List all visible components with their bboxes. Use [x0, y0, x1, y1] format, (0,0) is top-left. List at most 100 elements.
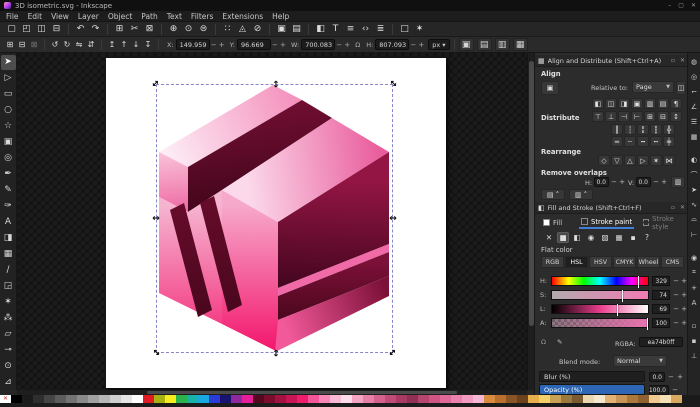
palette-swatch[interactable]	[363, 395, 374, 403]
colorspace-tab-wheel[interactable]: Wheel	[637, 256, 660, 268]
ellipse-tool[interactable]: ○	[1, 103, 16, 118]
lock-icon[interactable]: Ω	[541, 338, 546, 346]
slider-bar-s[interactable]	[551, 290, 649, 300]
colorspace-tab-rgb[interactable]: RGB	[541, 256, 564, 268]
paint-bucket-tool[interactable]: ◲	[1, 278, 16, 293]
rotate-cw-icon[interactable]: ↻	[61, 39, 73, 50]
palette-swatch[interactable]	[176, 395, 187, 403]
slider-minus-button[interactable]: −	[672, 318, 680, 328]
raise-to-top-icon[interactable]: ↥	[106, 39, 118, 50]
colorspace-tab-hsl[interactable]: HSL	[565, 256, 588, 268]
palette-swatch[interactable]	[33, 395, 44, 403]
fill-stroke-dialog-icon[interactable]: ◧	[313, 23, 328, 36]
align-vertical-button-2[interactable]: ⊥	[605, 111, 617, 122]
palette-swatch[interactable]	[572, 395, 583, 403]
snap-option-icon-14[interactable]: ⌗	[689, 267, 700, 278]
distribute-horizontal-button-3[interactable]: ╏	[637, 124, 649, 135]
horizontal-scrollbar-thumb[interactable]	[147, 391, 457, 394]
align-panel-float-icon[interactable]: ▫	[671, 57, 675, 64]
rearrange-button-1[interactable]: ◇	[598, 155, 610, 166]
palette-swatch[interactable]	[132, 395, 143, 403]
palette-swatch[interactable]	[638, 395, 649, 403]
distribute-vertical-button-5[interactable]: ╪	[663, 136, 675, 147]
snap-option-icon-12[interactable]: ⊢	[689, 229, 700, 240]
clone-icon[interactable]: ◬	[235, 23, 250, 36]
palette-swatch[interactable]	[231, 395, 242, 403]
palette-swatch[interactable]	[341, 395, 352, 403]
distribute-horizontal-button-4[interactable]: ┇	[650, 124, 662, 135]
colorspace-tab-cms[interactable]: CMS	[661, 256, 684, 268]
new-document-icon[interactable]: ▢	[4, 23, 19, 36]
palette-swatch[interactable]	[22, 395, 33, 403]
snap-option-icon-15[interactable]: +	[689, 282, 700, 293]
no-paint-button[interactable]: ✕	[543, 232, 555, 243]
slider-value-h[interactable]: 329	[652, 276, 670, 286]
vertical-scrollbar[interactable]	[527, 53, 534, 390]
slider-bar-a[interactable]	[551, 318, 649, 328]
slider-bar-l[interactable]	[551, 304, 649, 314]
close-button[interactable]: ✕	[691, 2, 696, 9]
flat-color-button[interactable]: ■	[557, 232, 569, 243]
rearrange-button-4[interactable]: ▷	[637, 155, 649, 166]
overlap-v-minus-button[interactable]: −	[652, 177, 660, 187]
palette-swatch[interactable]	[253, 395, 264, 403]
y-field[interactable]: 96.669	[237, 39, 271, 50]
document-properties-icon[interactable]: □	[397, 23, 412, 36]
handle-top-mid[interactable]: ↔	[271, 79, 279, 89]
overlap-h-plus-button[interactable]: +	[618, 177, 626, 187]
treat-as-group-button[interactable]: ▣	[541, 81, 559, 95]
open-icon[interactable]: ◰	[19, 23, 34, 36]
snap-option-icon-5[interactable]: ☰	[689, 116, 700, 127]
fill-stroke-panel-header[interactable]: ◧ Fill and Stroke (Shift+Ctrl+F) ▫ ✕	[535, 202, 688, 214]
align-vertical-button-1[interactable]: ⊤	[592, 111, 604, 122]
tab-stroke-paint[interactable]: Stroke paint	[579, 216, 634, 229]
raise-icon[interactable]: ↑	[118, 39, 130, 50]
layers-dialog-icon[interactable]: ≣	[373, 23, 388, 36]
distribute-vertical-button-3[interactable]: ╍	[637, 136, 649, 147]
palette-swatch[interactable]	[198, 395, 209, 403]
scale-stroke-toggle[interactable]: ▣	[459, 38, 474, 51]
palette-swatch[interactable]	[154, 395, 165, 403]
color-picker-icon[interactable]: ✎	[557, 338, 562, 346]
palette-swatch[interactable]	[495, 395, 506, 403]
palette-swatch[interactable]	[352, 395, 363, 403]
fill-stroke-float-icon[interactable]: ▫	[671, 204, 675, 211]
handle-bottom-mid[interactable]: ↔	[271, 348, 279, 358]
palette-swatch[interactable]	[429, 395, 440, 403]
flip-horizontal-icon[interactable]: ⇋	[73, 39, 85, 50]
slider-handle-s[interactable]	[622, 290, 623, 302]
move-patterns-toggle[interactable]: ▦	[513, 38, 528, 51]
mesh-tool[interactable]: ▦	[1, 246, 16, 261]
opacity-minus-button[interactable]: −	[671, 385, 679, 395]
select-all-icon[interactable]: ⊞	[4, 39, 16, 50]
xml-editor-icon[interactable]: ‹›	[358, 23, 373, 36]
blur-slider[interactable]: Blur (%)	[539, 371, 645, 382]
snap-option-icon-10[interactable]: ∿	[689, 199, 700, 210]
palette-swatch[interactable]	[187, 395, 198, 403]
spiral-tool[interactable]: ◎	[1, 151, 16, 166]
snap-option-icon-6[interactable]: ▦	[689, 131, 700, 142]
palette-swatch[interactable]	[418, 395, 429, 403]
snap-option-icon-18[interactable]: ▪	[689, 335, 700, 346]
zoom-selection-icon[interactable]: ⊙	[181, 23, 196, 36]
palette-swatch[interactable]	[275, 395, 286, 403]
menu-file[interactable]: File	[6, 12, 19, 21]
palette-swatch-none[interactable]: ✕	[0, 395, 11, 403]
palette-swatch[interactable]	[319, 395, 330, 403]
blur-plus-button[interactable]: +	[676, 372, 684, 382]
swatch-button[interactable]: ▦	[613, 232, 625, 243]
palette-swatch[interactable]	[143, 395, 154, 403]
snap-option-icon-1[interactable]: ◍	[689, 56, 700, 67]
snap-option-icon-13[interactable]: ◉	[689, 252, 700, 263]
tweak-tool[interactable]: ✶	[1, 294, 16, 309]
zoom-drawing-icon[interactable]: ⊕	[166, 23, 181, 36]
menu-text[interactable]: Text	[167, 12, 182, 21]
slider-minus-button[interactable]: −	[672, 290, 680, 300]
rectangle-tool[interactable]: ▭	[1, 87, 16, 102]
copy-icon[interactable]: ⊞	[112, 23, 127, 36]
palette-swatch[interactable]	[44, 395, 55, 403]
align-vertical-button-5[interactable]: ⊞	[644, 111, 656, 122]
palette-swatch[interactable]	[528, 395, 539, 403]
palette-swatch[interactable]	[440, 395, 451, 403]
distribute-horizontal-button-1[interactable]: ║	[611, 124, 623, 135]
